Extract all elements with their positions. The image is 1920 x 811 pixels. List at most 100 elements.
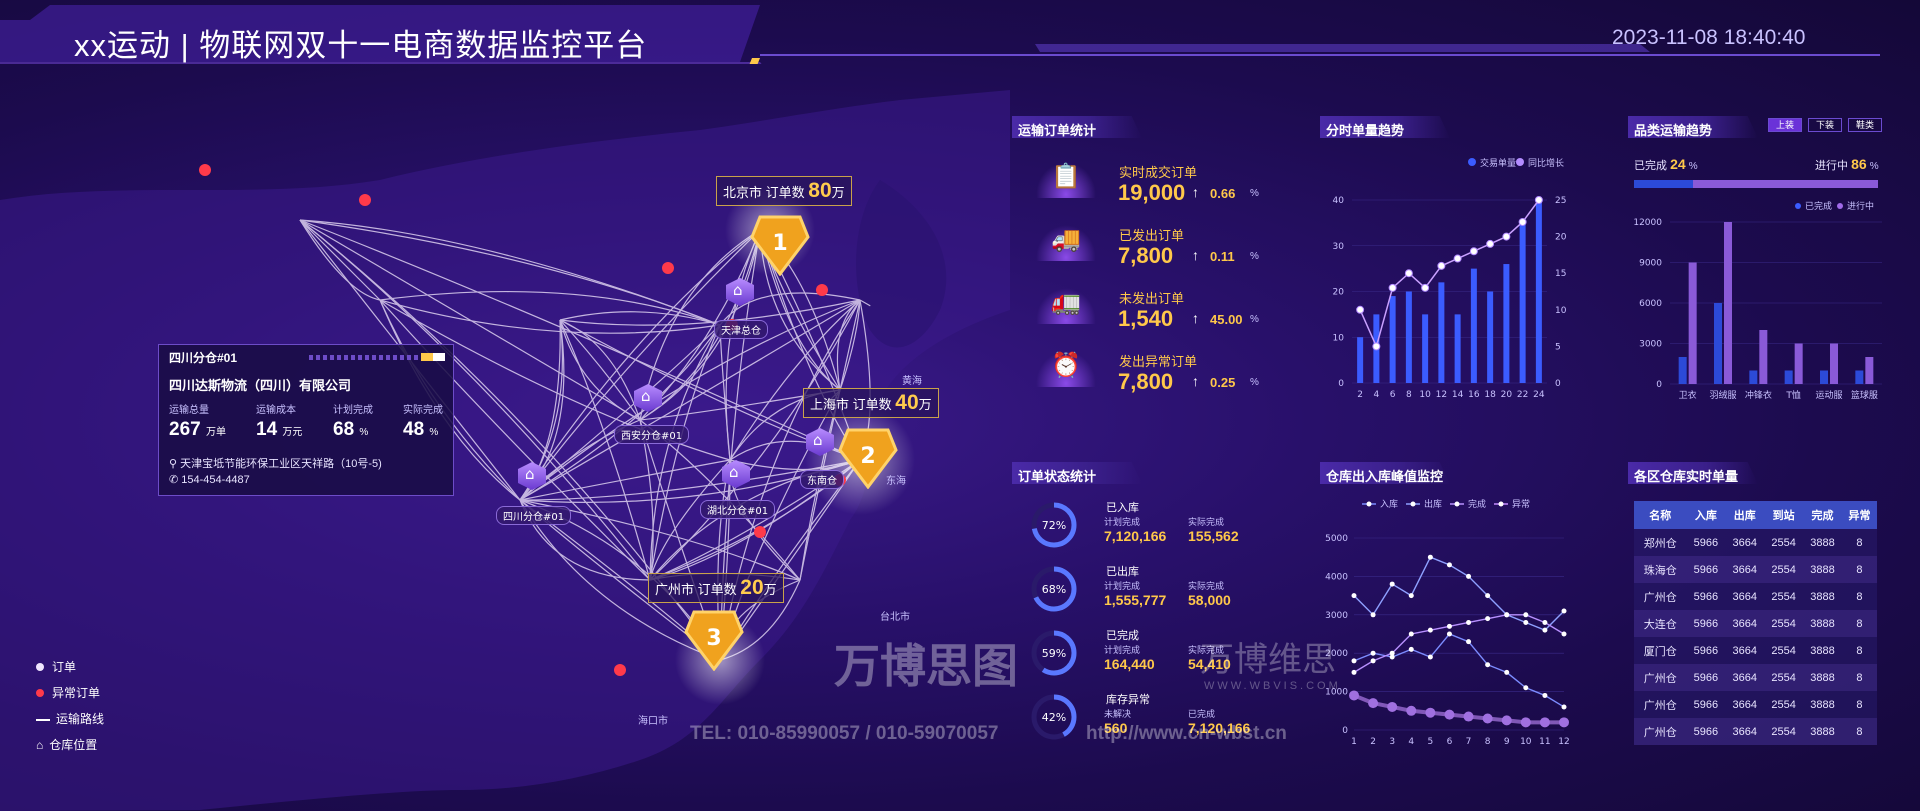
peak-title: 仓库出入库峰值监控 [1326, 469, 1444, 484]
x-tick-label: 9 [1504, 737, 1510, 747]
table-row[interactable]: 郑州仓 5966 3664 2554 3888 8 [1634, 529, 1877, 556]
legend-dot [1454, 501, 1460, 507]
category-trend-chart[interactable]: 已完成 进行中 0 3000 6000 9000 12000 卫衣 羽绒服 冲锋衣 T恤 运动服 篮球服 [1620, 196, 1890, 406]
table-cell: 3664 [1725, 637, 1765, 664]
map-legend-abnormal[interactable]: 异常订单 [36, 684, 100, 701]
table-row[interactable]: 广州仓 5966 3664 2554 3888 8 [1634, 691, 1877, 718]
bar-done [1678, 357, 1687, 384]
series-line [1353, 633, 1565, 708]
done-summary: 已完成 24 % [1634, 156, 1698, 172]
series-point [1482, 713, 1493, 724]
map-label-yellow-sea: 黄海 [902, 376, 922, 387]
table-header-cell[interactable]: 出库 [1725, 501, 1765, 529]
table-row[interactable]: 广州仓 5966 3664 2554 3888 8 [1634, 664, 1877, 691]
tab-bottoms[interactable]: 下装 [1808, 118, 1842, 132]
alarm-icon: ⏰ [1036, 351, 1096, 387]
rank-number: 3 [706, 626, 721, 651]
table-cell: 2554 [1764, 556, 1804, 583]
x-tick-label: 24 [1533, 390, 1545, 400]
series-point [1425, 707, 1436, 718]
city-tag-beijing[interactable]: 北京市 订单数 80万 [716, 176, 852, 206]
table-header-cell[interactable]: 完成 [1803, 501, 1842, 529]
warehouse-icon: ⌂ [36, 738, 44, 752]
x-tick-label: 18 [1484, 390, 1496, 400]
warehouse-label-sichuan[interactable]: 四川分仓#01 [496, 506, 572, 525]
table-header-cell[interactable]: 入库 [1686, 501, 1726, 529]
city-tag-guangzhou[interactable]: 广州市 订单数 20万 [648, 573, 784, 603]
city-order-label: 订单数 [765, 185, 805, 200]
table-header-cell[interactable]: 名称 [1634, 501, 1687, 529]
series-point [1485, 616, 1491, 622]
order-stat-value: 19,000 [1118, 180, 1186, 205]
table-cell: 大连仓 [1634, 610, 1687, 637]
series-point [1408, 631, 1414, 637]
legend-label: 异常 [1512, 498, 1530, 510]
city-order-label: 订单数 [697, 582, 737, 597]
table-cell: 广州仓 [1634, 664, 1687, 691]
series-point [1349, 690, 1359, 701]
y-tick-label: 4000 [1325, 572, 1348, 582]
peak-monitor-chart[interactable]: 入库 出库 完成 异常0100020003000400050001 2 3 4 5 6 7 8 9 10… [1312, 494, 1582, 754]
series-point [1370, 658, 1376, 664]
series-point [1539, 717, 1550, 728]
warehouse-label-hubei[interactable]: 湖北分仓#01 [700, 500, 776, 519]
table-row[interactable]: 大连仓 5966 3664 2554 3888 8 [1634, 610, 1877, 637]
table-row[interactable]: 珠海仓 5966 3664 2554 3888 8 [1634, 556, 1877, 583]
up-arrow-icon: ↑ [1192, 247, 1199, 263]
bar [1535, 200, 1542, 383]
table-cell: 5966 [1686, 610, 1726, 637]
series-point [1427, 554, 1433, 560]
rank-shield-icon-3[interactable]: 3 [684, 607, 744, 671]
rank-shield-icon-1[interactable]: 1 [750, 212, 810, 276]
watermark-brand-1: 万博思图 [834, 640, 1018, 692]
order-stat-rate: 0.66 [1210, 186, 1236, 201]
y-tick-label: 0 [1342, 726, 1348, 736]
series-point [1351, 658, 1357, 664]
series-point [1351, 593, 1357, 599]
map-legend-route[interactable]: 运输路线 [36, 710, 104, 727]
y2-tick-label: 5 [1555, 342, 1561, 352]
bar-in-progress [1794, 343, 1803, 384]
warehouse-info-card[interactable]: 四川分仓#01 四川达斯物流（四川）有限公司 运输总量 运输成本 计划完成 实际… [158, 344, 454, 496]
stat-label: 运输成本 [256, 405, 296, 416]
table-cell: 3888 [1803, 637, 1842, 664]
table-row[interactable]: 广州仓 5966 3664 2554 3888 8 [1634, 583, 1877, 610]
table-row[interactable]: 厦门仓 5966 3664 2554 3888 8 [1634, 637, 1877, 664]
map-label-haikou: 海口市 [638, 716, 668, 727]
legend-label: 交易单量 [1480, 157, 1516, 169]
warehouse-label-xian[interactable]: 西安分仓#01 [614, 425, 690, 444]
warehouse-label-tianjin[interactable]: 天津总仓 [714, 320, 768, 339]
tab-shoes[interactable]: 鞋类 [1848, 118, 1882, 132]
city-tag-shanghai[interactable]: 上海市 订单数 40万 [803, 388, 939, 418]
table-cell: 2554 [1764, 610, 1804, 637]
table-cell: 8 [1841, 691, 1877, 718]
x-tick-label: 16 [1468, 390, 1480, 400]
status-ring-chart: 42% [1031, 694, 1077, 740]
bar [1470, 268, 1477, 383]
tab-tops[interactable]: 上装 [1768, 118, 1802, 132]
table-cell: 3664 [1725, 718, 1765, 745]
table-row[interactable]: 广州仓 5966 3664 2554 3888 8 [1634, 718, 1877, 745]
warehouse-label-southeast[interactable]: 东南仓 [800, 470, 844, 489]
status-name: 库存异常 [1106, 694, 1150, 706]
table-header-cell[interactable]: 异常 [1841, 501, 1877, 529]
map-legend-order[interactable]: 订单 [36, 658, 76, 675]
map-legend-warehouse[interactable]: ⌂ 仓库位置 [36, 736, 97, 753]
stat-value: 48 % [403, 419, 439, 440]
x-tick-label: 10 [1419, 390, 1431, 400]
bar-done [1820, 370, 1828, 384]
legend-dot [1498, 501, 1504, 507]
y-tick-label: 3000 [1325, 611, 1348, 621]
hourly-trend-chart[interactable]: 交易单量 同比增长01020304005101520252 4 6 8 10 12 14 16 1… [1312, 148, 1582, 413]
series-point [1446, 562, 1452, 568]
bar [1405, 291, 1412, 383]
table-header-cell[interactable]: 到站 [1764, 501, 1804, 529]
series-point [1542, 627, 1548, 633]
growth-point [1372, 342, 1381, 351]
table-cell: 5966 [1686, 718, 1726, 745]
legend-label: 同比增长 [1528, 157, 1564, 169]
growth-point [1388, 283, 1397, 292]
x-tick-label: 4 [1408, 737, 1414, 747]
growth-point [1469, 247, 1478, 256]
up-arrow-icon: ↑ [1192, 184, 1199, 200]
